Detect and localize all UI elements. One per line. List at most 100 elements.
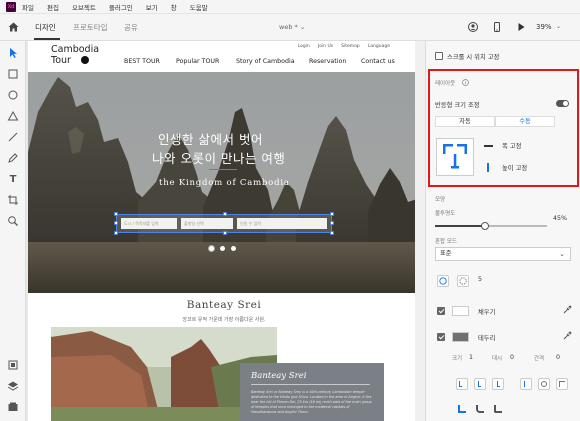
date-field[interactable]: 출발일 선택 xyxy=(181,218,233,229)
menu-edit[interactable]: 편집 xyxy=(47,2,59,12)
design-canvas[interactable]: Cambodia Tour Login Join Us Sitemap Lang… xyxy=(26,41,425,421)
polygon-icon[interactable] xyxy=(7,110,19,122)
nav-story[interactable]: Story of Cambodia xyxy=(236,58,295,65)
site-header: Cambodia Tour Login Join Us Sitemap Lang… xyxy=(28,41,420,71)
scroll-fixed-label: 스크롤 시 위치 고정 xyxy=(447,54,500,61)
destination-field[interactable]: 도시 / 목적지를 입력 xyxy=(121,218,177,229)
eyedropper-icon[interactable] xyxy=(562,305,572,315)
carousel-dot[interactable] xyxy=(231,246,236,251)
stroke-center-button[interactable] xyxy=(474,378,486,390)
site-logo[interactable]: Cambodia Tour xyxy=(51,44,99,66)
blend-mode-select[interactable]: 표준 ⌄ xyxy=(435,247,571,261)
login-link[interactable]: Login xyxy=(298,44,310,49)
resize-handle[interactable] xyxy=(330,221,334,225)
join-round-button[interactable] xyxy=(538,378,550,390)
gap-value[interactable]: 0 xyxy=(556,354,560,361)
stroke-outer-button[interactable] xyxy=(492,378,504,390)
scroll-fixed-checkbox[interactable] xyxy=(435,52,443,60)
sitemap-link[interactable]: Sitemap xyxy=(341,44,360,49)
join-link[interactable]: Join Us xyxy=(318,44,333,49)
border-size-label: 크기 xyxy=(452,356,463,362)
opacity-slider-thumb[interactable] xyxy=(481,222,490,230)
tab-design[interactable]: 디자인 xyxy=(35,22,56,33)
tool-bar: T xyxy=(0,41,26,421)
carousel-dot[interactable] xyxy=(220,246,225,251)
logo-line-1: Cambodia xyxy=(51,44,100,55)
pen-icon[interactable] xyxy=(7,152,19,164)
nav-best-tour[interactable]: BEST TOUR xyxy=(124,58,160,65)
stroke-inner-button[interactable] xyxy=(456,378,468,390)
zoom-chevron-down-icon[interactable]: ⌄ xyxy=(556,23,561,30)
border-checkbox[interactable] xyxy=(437,333,445,341)
dash-label: 대시 xyxy=(492,356,503,362)
card-title: Banteay Srei xyxy=(251,371,307,381)
select-icon[interactable] xyxy=(7,47,19,59)
layers-icon[interactable] xyxy=(7,380,19,392)
text-icon[interactable]: T xyxy=(7,173,19,185)
plugins-icon[interactable] xyxy=(7,359,19,371)
hero-divider xyxy=(209,169,237,170)
document-title[interactable]: web * ⌄ xyxy=(279,23,305,31)
uniform-corner-button[interactable] xyxy=(437,275,449,287)
fill-color-swatch[interactable] xyxy=(452,306,469,316)
rectangle-icon[interactable] xyxy=(7,68,19,80)
home-icon[interactable] xyxy=(8,22,19,32)
zoom-level[interactable]: 39% xyxy=(536,23,552,31)
opacity-label: 불투명도 xyxy=(435,211,456,217)
cap-round-icon[interactable] xyxy=(474,403,486,415)
cap-square-icon[interactable] xyxy=(492,403,504,415)
resize-handle[interactable] xyxy=(223,231,227,235)
canvas-scrollbar[interactable] xyxy=(415,41,425,421)
eyedropper-icon[interactable] xyxy=(562,331,572,341)
resize-handle[interactable] xyxy=(114,221,118,225)
artboard-web[interactable]: Cambodia Tour Login Join Us Sitemap Lang… xyxy=(28,41,420,421)
dash-value[interactable]: 0 xyxy=(510,354,514,361)
menu-file[interactable]: 파일 xyxy=(22,2,34,12)
user-icon[interactable] xyxy=(468,22,478,32)
resize-handle[interactable] xyxy=(223,212,227,216)
top-toolbar: 디자인 프로토타입 공유 web * ⌄ 39% ⌄ xyxy=(0,14,580,41)
border-color-swatch[interactable] xyxy=(452,332,469,342)
resize-handle[interactable] xyxy=(330,212,334,216)
play-icon[interactable] xyxy=(516,22,526,32)
menu-window[interactable]: 창 xyxy=(171,2,177,12)
active-tab-indicator xyxy=(34,38,60,40)
people-field[interactable]: 인원 수 입력 xyxy=(237,218,327,229)
fill-checkbox[interactable] xyxy=(437,307,445,315)
resize-handle[interactable] xyxy=(114,212,118,216)
top-links: Login Join Us Sitemap Language xyxy=(298,44,390,49)
ellipse-icon[interactable] xyxy=(7,89,19,101)
section-title: Banteay Srei xyxy=(186,299,262,311)
menu-help[interactable]: 도움말 xyxy=(190,2,208,12)
menu-plugins[interactable]: 플러그인 xyxy=(109,2,133,12)
carousel-dot[interactable] xyxy=(209,246,214,251)
menu-view[interactable]: 보기 xyxy=(146,2,158,12)
zoom-icon[interactable] xyxy=(7,215,19,227)
tab-prototype[interactable]: 프로토타입 xyxy=(73,22,108,33)
hero-title-line-1: 인생한 삶에서 벗어 xyxy=(158,132,263,147)
resize-handle[interactable] xyxy=(330,231,334,235)
menu-object[interactable]: 오브젝트 xyxy=(72,2,96,12)
language-link[interactable]: Language xyxy=(368,44,390,49)
opacity-value[interactable]: 45% xyxy=(553,215,567,222)
cap-butt-icon[interactable] xyxy=(456,403,468,415)
individual-corner-button[interactable] xyxy=(457,275,469,287)
menu-bar: Xd 파일 편집 오브젝트 플러그인 보기 창 도움말 xyxy=(0,0,580,14)
carousel-dots xyxy=(209,246,236,251)
join-bevel-button[interactable] xyxy=(556,378,568,390)
resize-handle[interactable] xyxy=(114,231,118,235)
assets-icon[interactable] xyxy=(7,401,19,413)
nav-popular-tour[interactable]: Popular TOUR xyxy=(176,58,219,65)
border-size-value[interactable]: 1 xyxy=(469,354,473,361)
corner-radius-value[interactable]: 5 xyxy=(478,276,482,283)
line-icon[interactable] xyxy=(7,131,19,143)
nav-reservation[interactable]: Reservation xyxy=(309,58,346,65)
mobile-preview-icon[interactable] xyxy=(492,22,502,32)
search-bar-group[interactable]: 도시 / 목적지를 입력 출발일 선택 인원 수 입력 xyxy=(114,212,334,235)
hero-banner[interactable]: 인생한 삶에서 벗어 나와 오롯이 만나는 여행 the Kingdom of … xyxy=(28,72,420,293)
tab-share[interactable]: 공유 xyxy=(124,22,138,33)
join-miter-button[interactable] xyxy=(520,378,532,390)
nav-contact[interactable]: Contact us xyxy=(361,58,395,65)
blend-mode-value: 표준 xyxy=(440,250,452,257)
artboard-icon[interactable] xyxy=(7,194,19,206)
